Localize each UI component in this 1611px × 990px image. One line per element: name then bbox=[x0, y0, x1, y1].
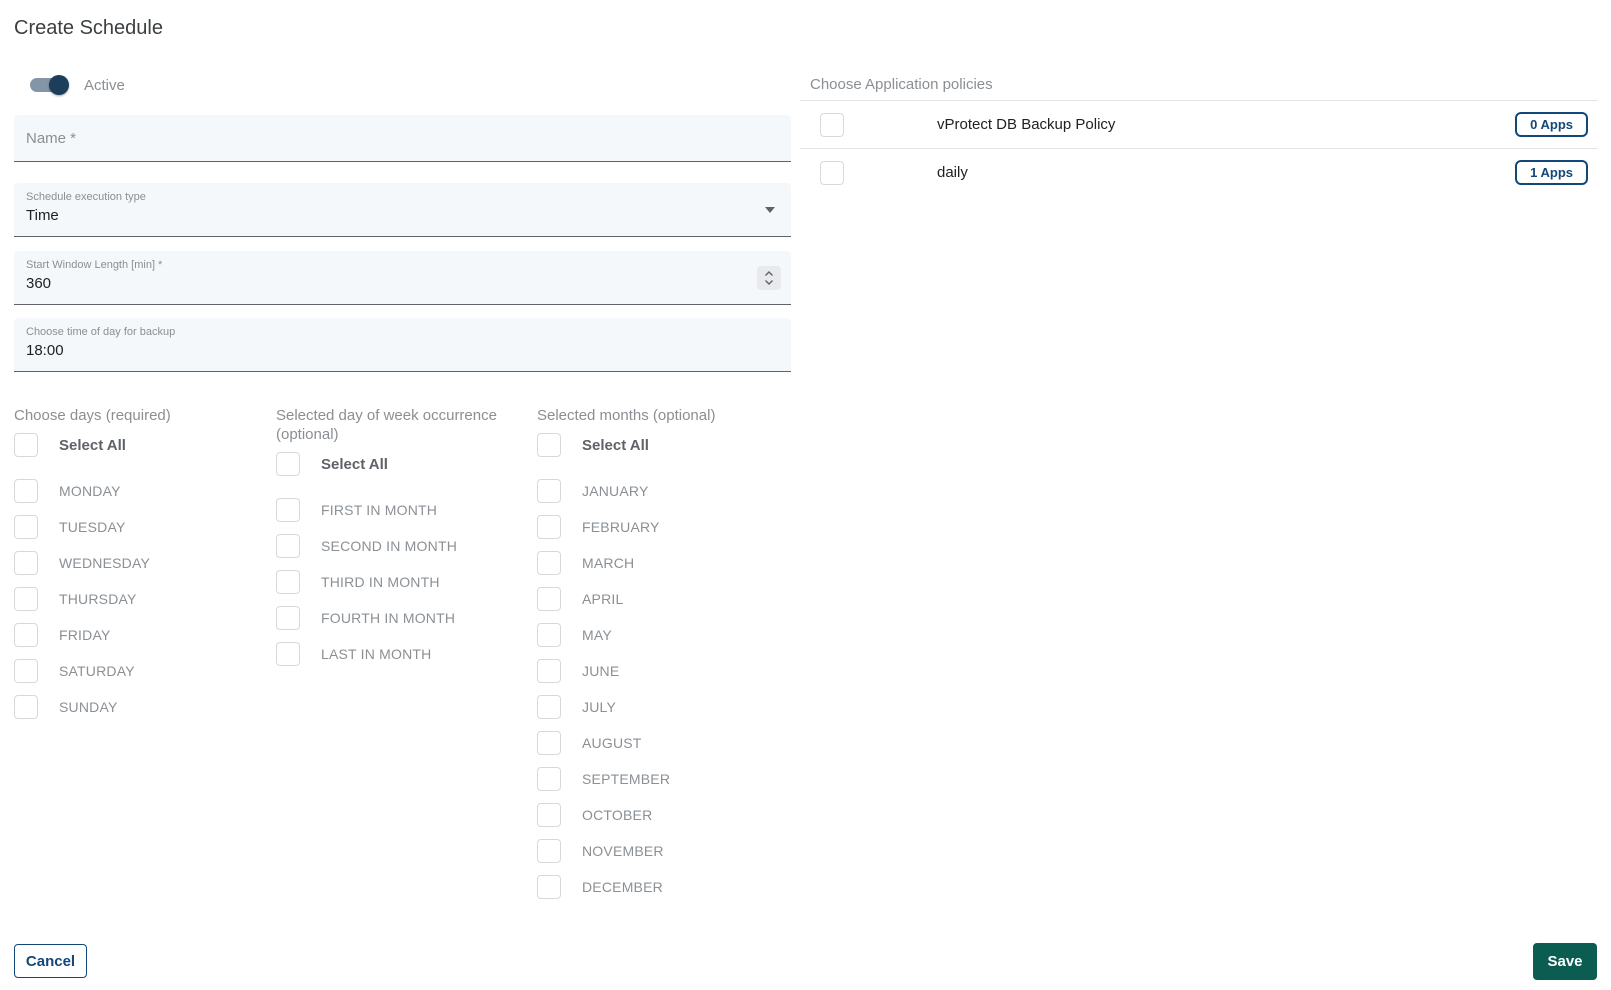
month-checkbox[interactable] bbox=[537, 659, 561, 683]
choose-days-header: Choose days (required) bbox=[14, 407, 171, 424]
month-row-april[interactable]: APRIL bbox=[537, 587, 767, 611]
month-checkbox[interactable] bbox=[537, 839, 561, 863]
policy-checkbox[interactable] bbox=[820, 112, 844, 137]
name-input[interactable] bbox=[26, 129, 779, 147]
occurrence-checkbox[interactable] bbox=[276, 534, 300, 558]
occurrence-row-last[interactable]: LAST IN MONTH bbox=[276, 642, 501, 666]
start-window-length-value: 360 bbox=[26, 275, 52, 292]
month-checkbox[interactable] bbox=[537, 695, 561, 719]
month-row-november[interactable]: NOVEMBER bbox=[537, 839, 767, 863]
name-field[interactable] bbox=[14, 115, 791, 162]
occurrence-checkbox[interactable] bbox=[276, 606, 300, 630]
months-select-all-row[interactable]: Select All bbox=[537, 433, 767, 457]
days-select-all-row[interactable]: Select All bbox=[14, 433, 244, 457]
day-checkbox[interactable] bbox=[14, 515, 38, 539]
month-row-may[interactable]: MAY bbox=[537, 623, 767, 647]
apps-count-badge: 1 Apps bbox=[1515, 160, 1588, 185]
months-select-all-checkbox[interactable] bbox=[537, 433, 561, 457]
page-title: Create Schedule bbox=[14, 17, 163, 39]
week-occurrence-header: Selected day of week occurrence (optiona… bbox=[276, 407, 497, 443]
month-row-october[interactable]: OCTOBER bbox=[537, 803, 767, 827]
time-of-day-label: Choose time of day for backup bbox=[26, 326, 176, 338]
days-select-all-checkbox[interactable] bbox=[14, 433, 38, 457]
policy-name: vProtect DB Backup Policy bbox=[937, 116, 1116, 133]
schedule-execution-type-select[interactable]: Schedule execution type Time bbox=[14, 183, 791, 237]
day-row-tuesday[interactable]: TUESDAY bbox=[14, 515, 244, 539]
occurrence-checkbox[interactable] bbox=[276, 570, 300, 594]
occurrence-row-third[interactable]: THIRD IN MONTH bbox=[276, 570, 501, 594]
day-checkbox[interactable] bbox=[14, 695, 38, 719]
active-toggle[interactable] bbox=[30, 75, 69, 95]
application-policies-header: Choose Application policies bbox=[810, 76, 993, 93]
stepper-arrows-icon bbox=[765, 271, 773, 285]
day-row-saturday[interactable]: SATURDAY bbox=[14, 659, 244, 683]
months-section: Selected months (optional) Select All JA… bbox=[537, 406, 767, 911]
cancel-button[interactable]: Cancel bbox=[14, 944, 87, 978]
start-window-length-field[interactable]: Start Window Length [min] * 360 bbox=[14, 251, 791, 305]
policy-row-vprotect-db-backup[interactable]: vProtect DB Backup Policy 0 Apps bbox=[800, 101, 1598, 148]
application-policies-panel: Choose Application policies vProtect DB … bbox=[800, 76, 1598, 196]
day-row-wednesday[interactable]: WEDNESDAY bbox=[14, 551, 244, 575]
day-checkbox[interactable] bbox=[14, 623, 38, 647]
time-of-day-field[interactable]: Choose time of day for backup 18:00 bbox=[14, 318, 791, 372]
apps-count-badge: 0 Apps bbox=[1515, 112, 1588, 137]
month-checkbox[interactable] bbox=[537, 803, 561, 827]
week-occurrence-section: Selected day of week occurrence (optiona… bbox=[276, 406, 501, 678]
active-toggle-label: Active bbox=[84, 76, 125, 94]
months-select-all-label: Select All bbox=[582, 436, 649, 454]
day-row-sunday[interactable]: SUNDAY bbox=[14, 695, 244, 719]
occurrence-checkbox[interactable] bbox=[276, 642, 300, 666]
month-row-january[interactable]: JANUARY bbox=[537, 479, 767, 503]
day-row-thursday[interactable]: THURSDAY bbox=[14, 587, 244, 611]
month-checkbox[interactable] bbox=[537, 767, 561, 791]
day-checkbox[interactable] bbox=[14, 551, 38, 575]
month-row-june[interactable]: JUNE bbox=[537, 659, 767, 683]
occurrence-row-first[interactable]: FIRST IN MONTH bbox=[276, 498, 501, 522]
day-checkbox[interactable] bbox=[14, 479, 38, 503]
month-checkbox[interactable] bbox=[537, 875, 561, 899]
month-checkbox[interactable] bbox=[537, 587, 561, 611]
occurrence-select-all-checkbox[interactable] bbox=[276, 452, 300, 476]
chevron-down-icon[interactable] bbox=[765, 207, 775, 213]
occurrence-row-second[interactable]: SECOND IN MONTH bbox=[276, 534, 501, 558]
month-row-july[interactable]: JULY bbox=[537, 695, 767, 719]
month-checkbox[interactable] bbox=[537, 479, 561, 503]
months-header: Selected months (optional) bbox=[537, 407, 716, 424]
month-checkbox[interactable] bbox=[537, 623, 561, 647]
day-row-friday[interactable]: FRIDAY bbox=[14, 623, 244, 647]
occurrence-select-all-row[interactable]: Select All bbox=[276, 452, 501, 476]
time-of-day-value: 18:00 bbox=[26, 342, 64, 359]
month-checkbox[interactable] bbox=[537, 515, 561, 539]
month-checkbox[interactable] bbox=[537, 551, 561, 575]
policy-row-daily[interactable]: daily 1 Apps bbox=[800, 149, 1598, 196]
active-toggle-row: Active bbox=[30, 74, 125, 96]
choose-days-section: Choose days (required) Select All MONDAY… bbox=[14, 406, 244, 731]
occurrence-select-all-label: Select All bbox=[321, 455, 388, 473]
occurrence-row-fourth[interactable]: FOURTH IN MONTH bbox=[276, 606, 501, 630]
schedule-execution-type-value: Time bbox=[26, 207, 59, 224]
month-checkbox[interactable] bbox=[537, 731, 561, 755]
toggle-thumb[interactable] bbox=[49, 75, 69, 95]
month-row-december[interactable]: DECEMBER bbox=[537, 875, 767, 899]
day-checkbox[interactable] bbox=[14, 587, 38, 611]
month-row-august[interactable]: AUGUST bbox=[537, 731, 767, 755]
month-row-march[interactable]: MARCH bbox=[537, 551, 767, 575]
month-row-september[interactable]: SEPTEMBER bbox=[537, 767, 767, 791]
day-row-monday[interactable]: MONDAY bbox=[14, 479, 244, 503]
schedule-execution-type-label: Schedule execution type bbox=[26, 191, 146, 203]
month-row-february[interactable]: FEBRUARY bbox=[537, 515, 767, 539]
policy-checkbox[interactable] bbox=[820, 160, 844, 185]
number-stepper[interactable] bbox=[757, 266, 781, 290]
occurrence-checkbox[interactable] bbox=[276, 498, 300, 522]
start-window-length-label: Start Window Length [min] * bbox=[26, 259, 163, 271]
save-button[interactable]: Save bbox=[1533, 943, 1597, 980]
policy-name: daily bbox=[937, 164, 968, 181]
day-checkbox[interactable] bbox=[14, 659, 38, 683]
days-select-all-label: Select All bbox=[59, 436, 126, 454]
